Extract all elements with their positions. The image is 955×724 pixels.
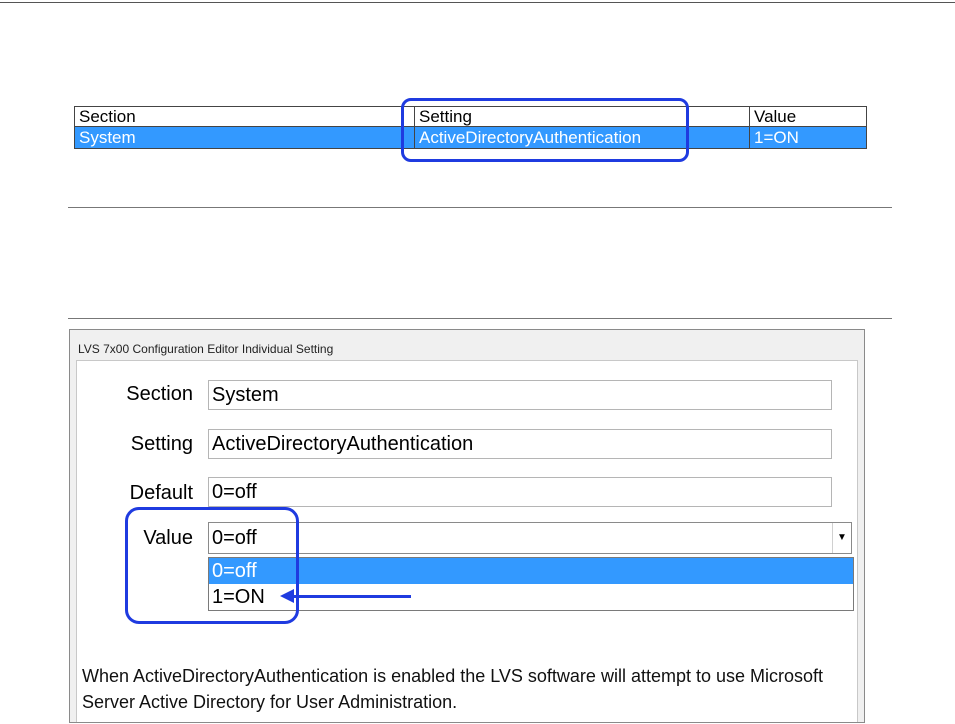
setting-highlight-ring [401, 98, 689, 162]
dialog-title: LVS 7x00 Configuration Editor Individual… [78, 342, 334, 356]
divider-rule [68, 207, 892, 208]
setting-label: Setting [130, 433, 193, 455]
value-dropdown-list: 0=off 1=ON [208, 557, 854, 611]
value-select[interactable]: 0=off ▼ [208, 522, 852, 554]
cell-value: 1=ON [749, 127, 868, 148]
top-rule [0, 2, 955, 3]
dropdown-option-off[interactable]: 0=off [209, 558, 853, 584]
pointer-arrow-shaft [292, 595, 411, 598]
section-field[interactable]: System [208, 380, 832, 410]
divider-rule-2 [68, 318, 892, 319]
header-section: Section [79, 107, 136, 126]
value-highlight-ring [125, 507, 299, 624]
default-field[interactable]: 0=off [208, 477, 832, 507]
dialog-note: When ActiveDirectoryAuthentication is en… [82, 666, 824, 712]
section-label: Section [126, 383, 193, 405]
chevron-down-icon[interactable]: ▼ [832, 523, 851, 553]
cell-section: System [79, 128, 136, 147]
pointer-arrow-icon [280, 589, 294, 603]
default-label: Default [129, 482, 193, 504]
header-value: Value [749, 107, 868, 126]
setting-field[interactable]: ActiveDirectoryAuthentication [208, 429, 832, 459]
